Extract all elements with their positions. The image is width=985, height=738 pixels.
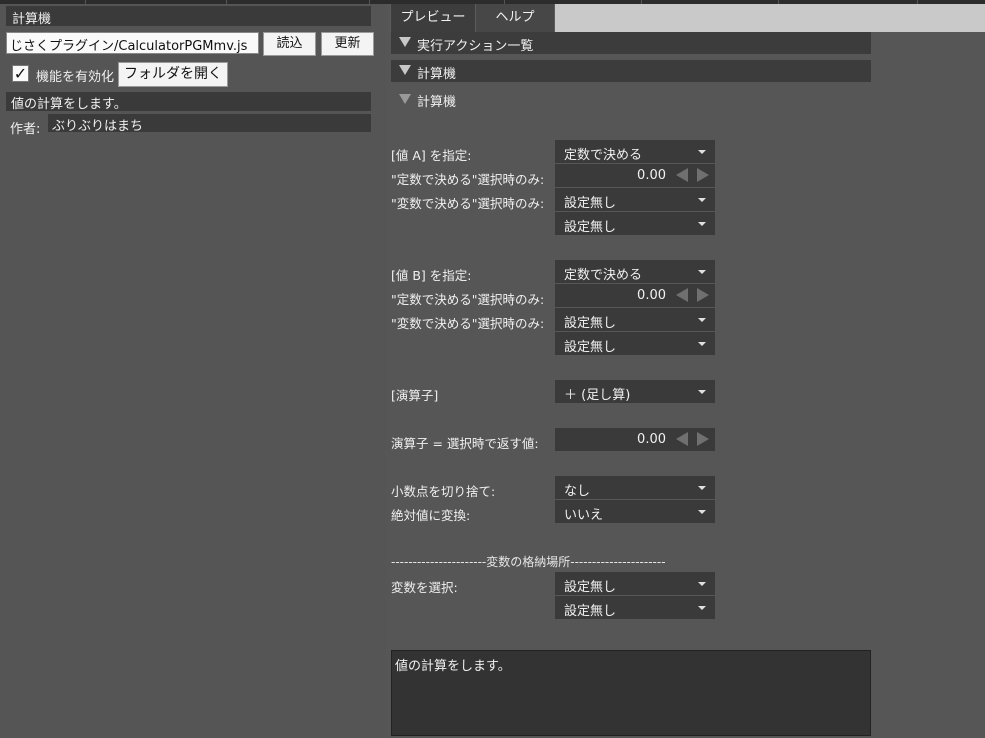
value-b-var-select-2[interactable]: 設定無し (555, 332, 715, 355)
read-button[interactable]: 読込 (263, 32, 316, 56)
increment-arrow-icon[interactable] (697, 288, 709, 302)
tab-preview[interactable]: プレビュー (391, 4, 475, 32)
value-a-var-value-1: 設定無し (564, 196, 617, 211)
dropdown-arrow-icon (698, 270, 706, 274)
value-b-const-stepper[interactable]: 0.00 (555, 284, 715, 307)
dropdown-arrow-icon (698, 222, 706, 226)
value-b-label: [値 B] を指定: (391, 268, 472, 283)
storage-var-select-2[interactable]: 設定無し (555, 596, 715, 619)
value-a-var-value-2: 設定無し (564, 220, 617, 235)
author-field: ぶりぶりはまち (48, 114, 371, 134)
absolute-value: いいえ (564, 508, 604, 523)
operator-select[interactable]: ＋ (足し算) (555, 380, 715, 403)
plugin-title-bar: 計算機 (6, 6, 371, 27)
storage-var-label: 変数を選択: (391, 580, 458, 595)
truncate-label: 小数点を切り捨て: (391, 484, 496, 499)
dropdown-arrow-icon (698, 342, 706, 346)
plugin-title: 計算機 (12, 12, 52, 27)
increment-arrow-icon[interactable] (697, 168, 709, 182)
preview-panel (386, 4, 985, 738)
value-a-const-label: "定数で決める"選択時のみ: (391, 172, 545, 187)
storage-divider: ----------------------変数の格納場所-----------… (391, 555, 666, 569)
value-b-mode-value: 定数で決める (564, 268, 643, 283)
decrement-arrow-icon[interactable] (676, 432, 688, 446)
value-b-var-value-1: 設定無し (564, 316, 617, 331)
open-folder-button[interactable]: フォルダを開く (118, 62, 228, 87)
collapse-triangle-icon (399, 37, 411, 47)
storage-var-value-1: 設定無し (564, 580, 617, 595)
tab-help[interactable]: ヘルプ (476, 4, 554, 32)
value-a-var-label: "変数で決める"選択時のみ: (391, 196, 545, 211)
dropdown-arrow-icon (698, 318, 706, 322)
decrement-arrow-icon[interactable] (676, 168, 688, 182)
value-a-var-select-2[interactable]: 設定無し (555, 212, 715, 235)
dropdown-arrow-icon (698, 606, 706, 610)
operator-label: [演算子] (391, 388, 439, 403)
section-action-list[interactable]: 実行アクション一覧 (391, 32, 871, 54)
enable-checkbox-label: 機能を有効化 (36, 70, 115, 85)
dropdown-arrow-icon (698, 390, 706, 394)
storage-var-value-2: 設定無し (564, 604, 617, 619)
section-action-list-label: 実行アクション一覧 (417, 39, 534, 54)
dropdown-arrow-icon (698, 198, 706, 202)
author-label: 作者: (10, 122, 41, 137)
value-b-mode-select[interactable]: 定数で決める (555, 260, 715, 283)
value-b-var-value-2: 設定無し (564, 340, 617, 355)
truncate-value: なし (564, 484, 591, 499)
value-a-const-value: 0.00 (637, 168, 666, 183)
value-b-const-value: 0.00 (637, 288, 666, 303)
plugin-description-text: 値の計算をします。 (11, 97, 127, 112)
subsection-calculator-label: 計算機 (417, 95, 457, 110)
subsection-calculator[interactable]: 計算機 (391, 88, 871, 110)
op-eq-value: 0.00 (637, 432, 666, 447)
collapse-triangle-icon (399, 94, 411, 104)
value-b-var-select-1[interactable]: 設定無し (555, 308, 715, 331)
value-a-mode-select[interactable]: 定数で決める (555, 140, 715, 163)
value-b-var-label: "変数で決める"選択時のみ: (391, 316, 545, 331)
help-text: 値の計算をします。 (395, 659, 511, 674)
absolute-label: 絶対値に変換: (391, 508, 471, 523)
dropdown-arrow-icon (698, 150, 706, 154)
op-eq-label: 演算子 = 選択時で返す値: (391, 436, 539, 451)
dropdown-arrow-icon (698, 582, 706, 586)
enable-checkbox[interactable]: ✓ (12, 65, 29, 82)
section-calculator-label: 計算機 (417, 67, 457, 82)
increment-arrow-icon[interactable] (697, 432, 709, 446)
dropdown-arrow-icon (698, 486, 706, 490)
decrement-arrow-icon[interactable] (676, 288, 688, 302)
update-button[interactable]: 更新 (321, 32, 374, 56)
author-name: ぶりぶりはまち (52, 119, 144, 134)
value-b-const-label: "定数で決める"選択時のみ: (391, 292, 545, 307)
value-a-const-stepper[interactable]: 0.00 (555, 164, 715, 187)
plugin-path-field[interactable]: じさくプラグイン/CalculatorPGMmv.js (6, 32, 259, 54)
value-a-mode-value: 定数で決める (564, 148, 643, 163)
operator-value: ＋ (足し算) (564, 388, 631, 403)
truncate-select[interactable]: なし (555, 476, 715, 499)
value-a-label: [値 A] を指定: (391, 148, 472, 163)
dropdown-arrow-icon (698, 510, 706, 514)
storage-var-select-1[interactable]: 設定無し (555, 572, 715, 595)
collapse-triangle-icon (399, 65, 411, 75)
absolute-select[interactable]: いいえ (555, 500, 715, 523)
value-a-var-select-1[interactable]: 設定無し (555, 188, 715, 211)
section-calculator[interactable]: 計算機 (391, 60, 871, 82)
plugin-description: 値の計算をします。 (6, 92, 371, 112)
tab-bar-empty-area (555, 4, 985, 32)
op-eq-stepper[interactable]: 0.00 (555, 428, 715, 451)
help-text-box: 値の計算をします。 (391, 650, 871, 736)
